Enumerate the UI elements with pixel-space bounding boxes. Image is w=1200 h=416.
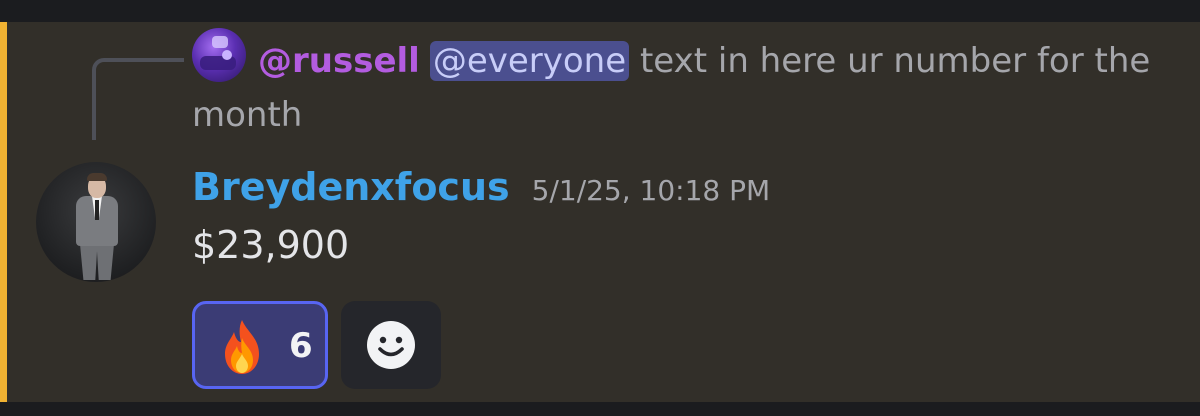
message-content: $23,900 [192,223,350,267]
smiley-icon [367,321,415,369]
reaction-fire[interactable]: 6 [192,301,328,389]
add-reaction-button[interactable] [341,301,441,389]
mention-highlight-bar [0,22,7,402]
channel-strip-bottom [0,402,1200,416]
reaction-count: 6 [289,326,313,366]
timestamp: 5/1/25, 10:18 PM [531,174,771,207]
reply-connector [92,58,184,140]
channel-strip-top [0,0,1200,22]
username[interactable]: Breydenxfocus [192,165,510,209]
fire-icon [225,320,259,374]
avatar[interactable] [36,162,156,282]
chat-message[interactable]: @russell @everyone text in here ur number… [0,22,1200,402]
everyone-mention[interactable]: @everyone [429,41,630,81]
reply-preview[interactable]: @russell @everyone text in here ur number… [192,34,1152,142]
message-header: Breydenxfocus 5/1/25, 10:18 PM [192,160,770,214]
reply-username[interactable]: @russell [258,41,420,81]
